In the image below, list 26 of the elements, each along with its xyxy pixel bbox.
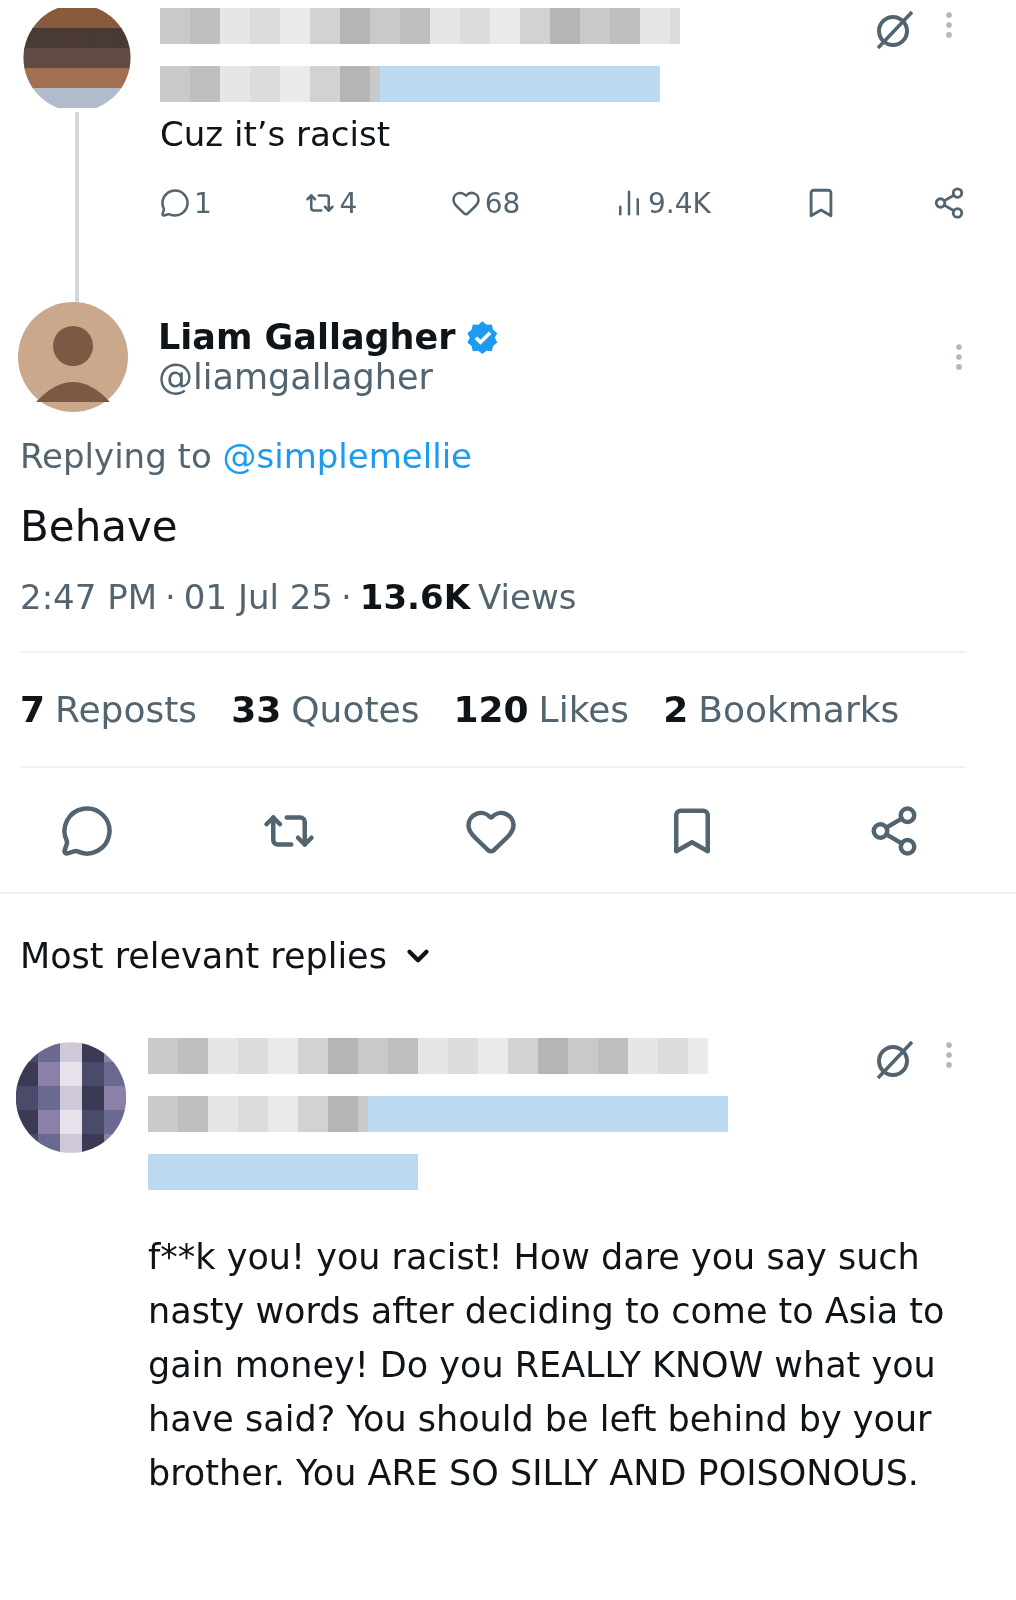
comment-icon xyxy=(160,188,190,219)
avatar-icon xyxy=(18,302,128,412)
engagement-stat[interactable]: 120 Likes xyxy=(453,688,630,730)
replying-to-text: Replying to @simplemellie xyxy=(20,436,474,476)
comment-icon[interactable] xyxy=(60,803,114,858)
sort-dropdown[interactable]: Most relevant replies xyxy=(0,935,455,976)
comment-count[interactable]: 1 xyxy=(160,186,212,220)
author-name[interactable]: Liam Gallagher xyxy=(158,317,456,357)
author-handle[interactable]: @liamgallagher xyxy=(158,357,912,397)
engagement-stat[interactable]: 2 Bookmarks xyxy=(663,688,900,730)
tweet-text: Cuz it’s racist xyxy=(160,113,392,156)
bar-chart-count[interactable]: 9.4K xyxy=(614,186,711,220)
engagement-stat[interactable]: 33 Quotes xyxy=(231,688,420,730)
timestamp-text: · xyxy=(341,576,352,617)
verified-badge-icon xyxy=(465,320,500,354)
reply-text: f**k you! you racist! How dare you say such nasty words after deciding to come to Asia to gain money! Do you REALLY KNOW what you have said? You should be left behind by your brother. You ARE SO SILLY AND POISONOUS. xyxy=(148,1235,946,1495)
timestamp-text: 13.6K xyxy=(359,576,471,617)
engagement-stat[interactable]: 7 Reposts xyxy=(20,688,198,730)
timestamp-text: 01 Jul 25 xyxy=(183,576,333,617)
timestamp-text: 2:47 PM xyxy=(20,576,157,617)
repost-count[interactable]: 4 xyxy=(305,186,358,220)
heart-count[interactable]: 68 xyxy=(450,186,521,220)
share-icon[interactable] xyxy=(932,186,966,221)
timestamp-text: Views xyxy=(478,576,577,617)
timestamp-text: · xyxy=(165,576,176,617)
tweet-text: Behave xyxy=(20,501,179,553)
